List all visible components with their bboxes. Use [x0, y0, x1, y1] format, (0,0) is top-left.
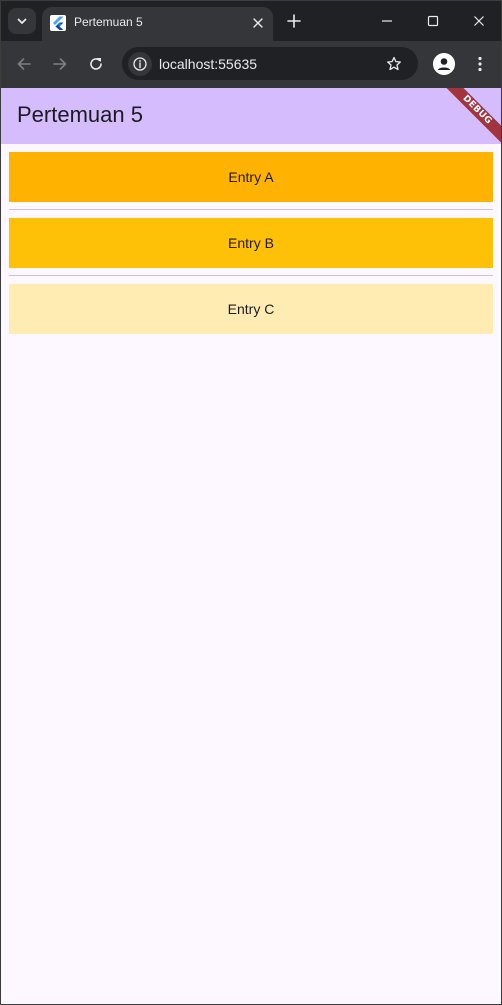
list-item-entry-a[interactable]: Entry A: [9, 152, 493, 202]
bookmark-button[interactable]: [384, 54, 404, 74]
plus-icon: [287, 14, 301, 28]
list-item-label: Entry C: [227, 301, 275, 317]
maximize-icon: [427, 15, 439, 27]
person-icon: [433, 53, 455, 75]
minimize-button[interactable]: [375, 9, 399, 33]
list-item-entry-c[interactable]: Entry C: [9, 284, 493, 334]
tab-close-button[interactable]: [249, 14, 267, 32]
tab-search-button[interactable]: [8, 8, 36, 34]
minimize-icon: [382, 20, 392, 22]
arrow-left-icon: [17, 58, 31, 70]
url-text[interactable]: localhost:55635: [159, 56, 257, 72]
forward-button[interactable]: [49, 53, 71, 75]
tab-strip: Pertemuan 5: [1, 1, 501, 41]
list-item-entry-b[interactable]: Entry B: [9, 218, 493, 268]
site-info-button[interactable]: [128, 52, 152, 76]
list-item-label: Entry B: [228, 235, 274, 251]
close-icon: [474, 16, 484, 26]
address-bar[interactable]: localhost:55635: [122, 47, 418, 80]
arrow-right-icon: [53, 58, 67, 70]
star-icon: [387, 56, 401, 71]
maximize-button[interactable]: [421, 9, 445, 33]
new-tab-button[interactable]: [284, 11, 304, 31]
tab-active[interactable]: Pertemuan 5: [42, 7, 273, 41]
browser-window: Pertemuan 5 localhost:55635 Pertemuan 5 …: [0, 0, 502, 1005]
app-viewport: Pertemuan 5 DEBUG Entry A Entry B Entry …: [1, 88, 501, 1004]
back-button[interactable]: [13, 53, 35, 75]
kebab-menu-icon: [478, 56, 482, 72]
list-divider: [9, 275, 493, 276]
tab-title: Pertemuan 5: [74, 15, 143, 29]
reload-button[interactable]: [85, 53, 107, 75]
reload-icon: [90, 58, 102, 70]
page-title: Pertemuan 5: [17, 102, 143, 127]
flutter-icon: [50, 15, 66, 31]
browser-menu-button[interactable]: [471, 53, 489, 75]
close-window-button[interactable]: [467, 9, 491, 33]
list-divider: [9, 209, 493, 210]
app-bar: Pertemuan 5: [1, 88, 501, 144]
chevron-down-icon: [17, 18, 27, 24]
browser-toolbar: localhost:55635: [1, 41, 501, 88]
profile-button[interactable]: [433, 53, 455, 75]
info-icon: [133, 57, 147, 71]
close-icon: [253, 18, 263, 28]
list-item-label: Entry A: [228, 169, 274, 185]
